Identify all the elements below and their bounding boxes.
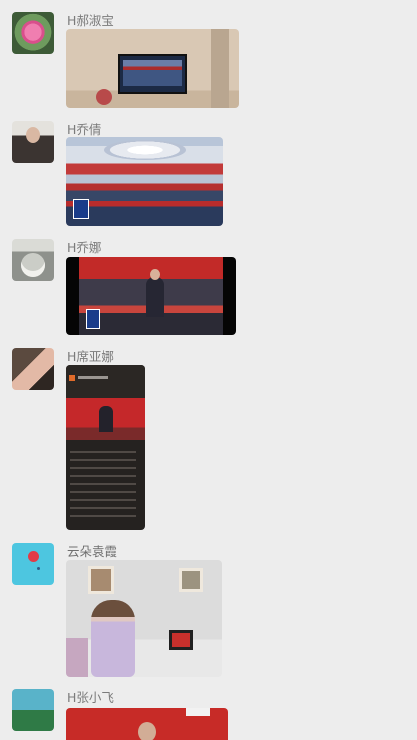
sender-name: H席亚娜 [67, 349, 114, 364]
avatar[interactable] [12, 689, 54, 731]
wall-panel [211, 29, 229, 108]
inset-thumbnail [73, 199, 89, 219]
chair [66, 638, 88, 677]
sender-name: H郝淑宝 [67, 13, 114, 28]
person-figure [91, 600, 135, 677]
ceiling-dome [104, 140, 186, 160]
sender-name: 云朵袁霞 [67, 544, 118, 559]
wall-frame [88, 566, 114, 594]
avatar[interactable] [12, 121, 54, 163]
image-message[interactable] [66, 365, 145, 530]
caption-strip [186, 708, 210, 716]
sender-name: H张小飞 [67, 690, 114, 705]
image-message[interactable] [66, 257, 236, 335]
wall-frame [179, 568, 203, 592]
avatar[interactable] [12, 348, 54, 390]
avatar[interactable] [12, 239, 54, 281]
speaker-head [138, 722, 156, 740]
image-message[interactable] [66, 708, 228, 740]
avatar[interactable] [12, 543, 54, 585]
tv-screen [118, 54, 187, 94]
phone-header [66, 365, 145, 398]
video-frame [66, 398, 145, 440]
sender-name: H乔娜 [67, 240, 102, 255]
inset-thumbnail [86, 309, 100, 329]
decor [96, 89, 112, 105]
image-message[interactable] [66, 137, 223, 226]
tablet-device [169, 630, 193, 650]
sender-name: H乔倩 [67, 122, 102, 137]
avatar[interactable] [12, 12, 54, 54]
image-message[interactable] [66, 29, 239, 108]
image-message[interactable] [66, 560, 222, 677]
comment-list [70, 451, 136, 521]
speaker-figure [146, 269, 164, 317]
